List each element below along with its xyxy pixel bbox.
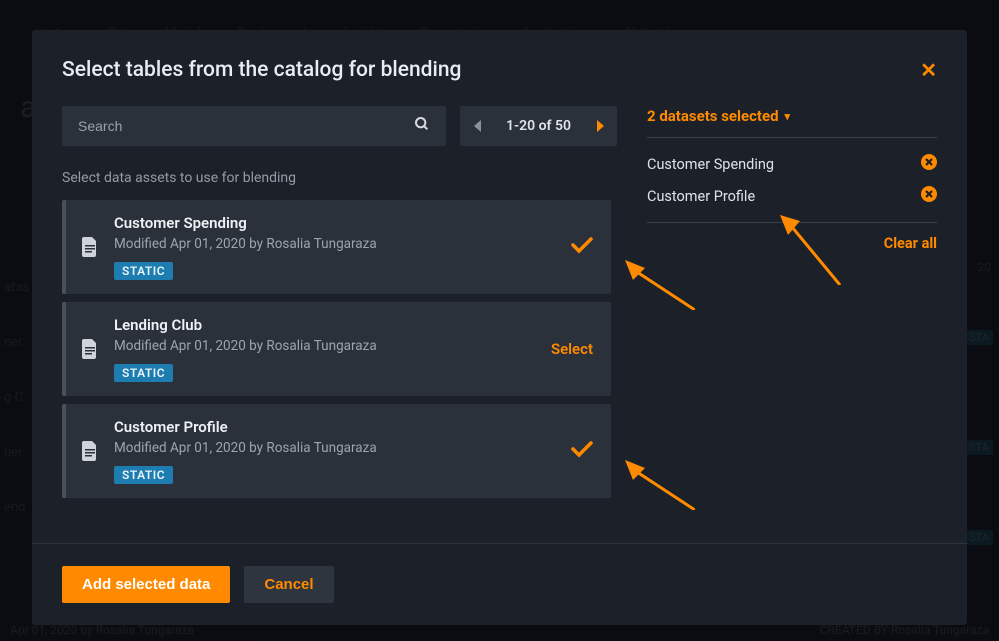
- asset-item[interactable]: Customer Spending Modified Apr 01, 2020 …: [62, 200, 611, 294]
- asset-meta: Modified Apr 01, 2020 by Rosalia Tungara…: [114, 440, 523, 456]
- add-selected-data-button[interactable]: Add selected data: [62, 566, 230, 603]
- divider: [647, 137, 937, 138]
- selected-item-name: Customer Profile: [647, 188, 755, 205]
- selected-item-name: Customer Spending: [647, 156, 774, 173]
- asset-select-link[interactable]: Select: [523, 340, 593, 358]
- search-icon[interactable]: [414, 116, 430, 136]
- asset-meta: Modified Apr 01, 2020 by Rosalia Tungara…: [114, 236, 523, 252]
- search-box[interactable]: [62, 106, 446, 146]
- pager-next-icon[interactable]: [581, 106, 617, 146]
- pager-text: 1-20 of 50: [496, 118, 581, 134]
- asset-item[interactable]: Lending Club Modified Apr 01, 2020 by Ro…: [62, 302, 611, 396]
- modal-footer: Add selected data Cancel: [32, 543, 967, 625]
- cancel-button[interactable]: Cancel: [244, 566, 333, 603]
- static-tag: STATIC: [114, 262, 173, 280]
- asset-meta: Modified Apr 01, 2020 by Rosalia Tungara…: [114, 338, 523, 354]
- instruction-text: Select data assets to use for blending: [62, 170, 617, 186]
- static-tag: STATIC: [114, 466, 173, 484]
- modal-header: Select tables from the catalog for blend…: [32, 30, 967, 106]
- asset-selected-check[interactable]: [523, 439, 593, 463]
- close-icon[interactable]: ✕: [920, 58, 937, 82]
- select-tables-modal: Select tables from the catalog for blend…: [32, 30, 967, 625]
- selected-datasets-toggle[interactable]: 2 datasets selected ▾: [647, 107, 790, 137]
- clear-all-link[interactable]: Clear all: [884, 235, 937, 252]
- file-icon: [66, 339, 114, 359]
- check-icon: [571, 439, 593, 463]
- selected-item: Customer Profile: [647, 180, 937, 212]
- pager: 1-20 of 50: [460, 106, 617, 146]
- asset-name: Customer Spending: [114, 214, 523, 232]
- static-tag: STATIC: [114, 364, 173, 382]
- asset-name: Customer Profile: [114, 418, 523, 436]
- asset-item[interactable]: Customer Profile Modified Apr 01, 2020 b…: [62, 404, 611, 498]
- file-icon: [66, 441, 114, 461]
- pager-prev-icon[interactable]: [460, 106, 496, 146]
- selected-item: Customer Spending: [647, 148, 937, 180]
- catalog-panel: 1-20 of 50 Select data assets to use for…: [62, 106, 617, 531]
- asset-name: Lending Club: [114, 316, 523, 334]
- search-input[interactable]: [78, 118, 414, 134]
- selected-panel: 2 datasets selected ▾ Customer Spending …: [647, 106, 937, 531]
- modal-title: Select tables from the catalog for blend…: [62, 58, 461, 82]
- remove-icon[interactable]: [921, 186, 937, 206]
- file-icon: [66, 237, 114, 257]
- remove-icon[interactable]: [921, 154, 937, 174]
- asset-selected-check[interactable]: [523, 235, 593, 259]
- chevron-down-icon: ▾: [785, 110, 791, 123]
- asset-list[interactable]: Customer Spending Modified Apr 01, 2020 …: [62, 200, 617, 531]
- check-icon: [571, 235, 593, 259]
